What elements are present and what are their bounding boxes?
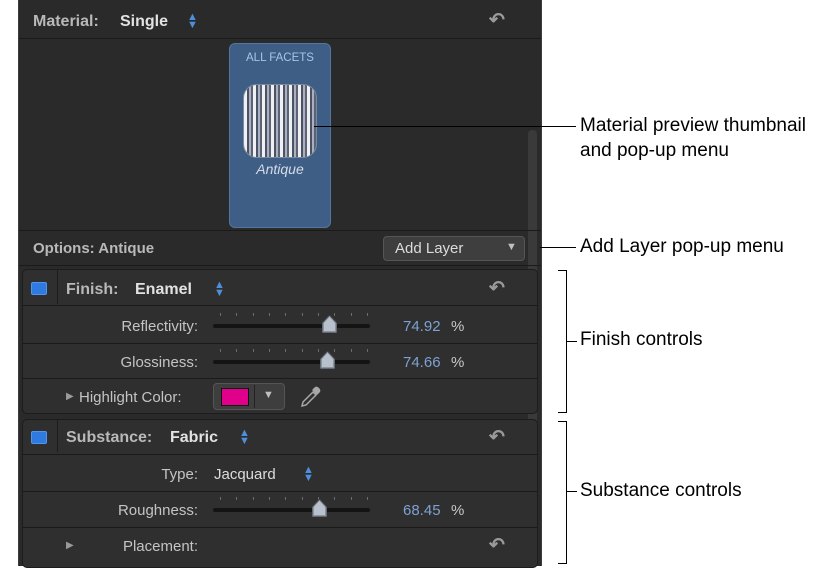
options-label: Options: Antique <box>33 240 155 257</box>
reflectivity-ticks <box>220 313 368 317</box>
reflectivity-unit: % <box>451 318 465 335</box>
material-name: Antique <box>256 161 304 177</box>
reflectivity-value[interactable]: 74.92 <box>403 318 441 335</box>
highlight-color-well[interactable]: ▼ <box>213 383 285 410</box>
material-reset-icon[interactable]: ↶ <box>489 9 505 32</box>
glossiness-label: Glossiness: <box>120 354 198 371</box>
highlight-disclosure-icon[interactable]: ▶ <box>66 391 74 402</box>
add-layer-label: Add Layer <box>395 240 464 257</box>
material-preview-tile[interactable]: ALL FACETS Antique <box>229 43 331 228</box>
type-value[interactable]: Jacquard <box>214 466 276 483</box>
reflectivity-label: Reflectivity: <box>121 318 198 335</box>
highlight-color-swatch <box>221 388 249 406</box>
substance-bracket <box>558 421 567 564</box>
eyedropper-icon[interactable] <box>299 385 323 414</box>
reflectivity-slider-thumb[interactable] <box>321 314 338 334</box>
material-label: Material: <box>33 13 99 30</box>
finish-reset-icon[interactable]: ↶ <box>489 277 505 300</box>
preview-callout-line2: and pop-up menu <box>580 140 729 161</box>
substance-callout: Substance controls <box>580 480 742 501</box>
finish-section: Finish: Enamel ▲ ▼ ↶ Reflectivity: 74.92 … <box>22 269 538 414</box>
glossiness-ticks <box>220 349 368 353</box>
add-layer-callout: Add Layer pop-up menu <box>580 236 784 257</box>
substance-callout-tick <box>567 491 577 492</box>
substance-enable-checkbox[interactable] <box>31 431 47 444</box>
color-dropdown-arrow-icon[interactable]: ▼ <box>263 389 274 401</box>
roughness-label: Roughness: <box>117 502 198 519</box>
material-stepper-icon[interactable]: ▲ ▼ <box>187 12 198 31</box>
substance-section: Substance: Fabric ▲ ▼ ↶ Type: Jacquard ▲ ▼… <box>22 419 538 568</box>
substance-reset-icon[interactable]: ↶ <box>489 426 505 449</box>
add-layer-popup[interactable]: Add Layer ▼ <box>383 236 525 261</box>
reflectivity-slider[interactable] <box>213 324 370 328</box>
glossiness-unit: % <box>451 354 465 371</box>
roughness-slider[interactable] <box>213 508 370 512</box>
substance-stepper-icon[interactable]: ▲ ▼ <box>239 428 250 447</box>
type-stepper-icon[interactable]: ▲ ▼ <box>303 465 314 484</box>
placement-label: Placement: <box>122 538 198 555</box>
finish-callout: Finish controls <box>580 329 703 350</box>
preview-callout-line <box>314 126 576 127</box>
add-layer-callout-line <box>540 247 576 248</box>
finish-bracket <box>558 270 567 413</box>
finish-enable-checkbox[interactable] <box>31 282 47 295</box>
glossiness-slider[interactable] <box>213 360 370 364</box>
roughness-value[interactable]: 68.45 <box>403 502 441 519</box>
material-thumbnail[interactable] <box>243 84 317 158</box>
finish-callout-tick <box>567 341 577 342</box>
finish-value[interactable]: Enamel <box>135 281 192 299</box>
placement-reset-icon[interactable]: ↶ <box>489 534 505 557</box>
glossiness-slider-thumb[interactable] <box>319 350 336 370</box>
dropdown-arrow-icon: ▼ <box>506 241 517 253</box>
finish-label: Finish: <box>66 281 119 298</box>
roughness-ticks <box>220 497 368 501</box>
preview-callout-line1: Material preview thumbnail <box>580 115 806 136</box>
glossiness-value[interactable]: 74.66 <box>403 354 441 371</box>
material-inspector-panel: Material: Single ▲ ▼ ↶ ALL FACETS Antique… <box>18 0 542 568</box>
substance-value[interactable]: Fabric <box>170 429 218 447</box>
substance-label: Substance: <box>66 429 153 446</box>
all-facets-label: ALL FACETS <box>246 52 314 64</box>
finish-stepper-icon[interactable]: ▲ ▼ <box>214 280 225 299</box>
roughness-unit: % <box>451 502 465 519</box>
material-value[interactable]: Single <box>120 13 168 31</box>
type-label: Type: <box>161 466 198 483</box>
roughness-slider-thumb[interactable] <box>311 498 328 518</box>
highlight-color-label: Highlight Color: <box>79 389 182 406</box>
